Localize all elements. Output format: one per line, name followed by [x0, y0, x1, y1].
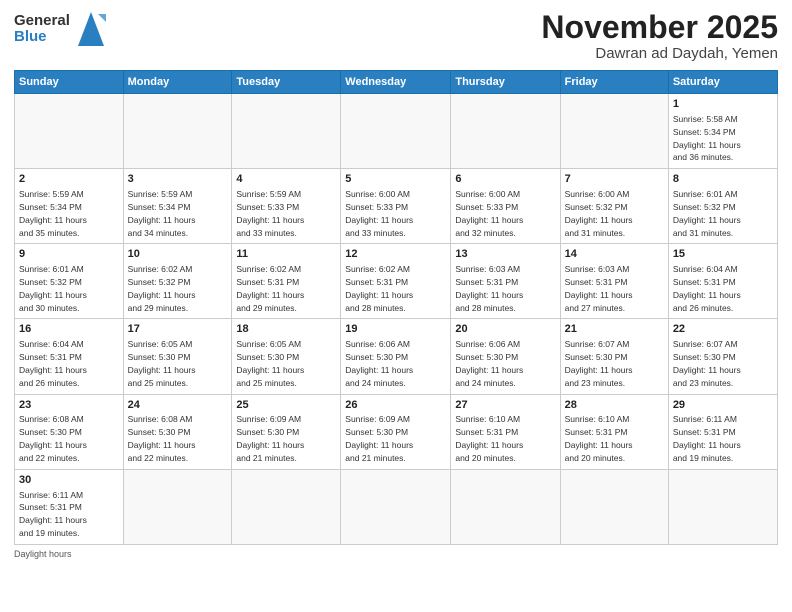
calendar-row-1: 1 Sunrise: 5:58 AM Sunset: 5:34 PM Dayli… — [15, 94, 778, 169]
footer: Daylight hours — [14, 549, 778, 559]
logo-icon — [76, 10, 106, 48]
empty-cell — [123, 469, 232, 544]
day-19: 19 Sunrise: 6:06 AM Sunset: 5:30 PM Dayl… — [341, 319, 451, 394]
header-friday: Friday — [560, 71, 668, 94]
day-12: 12 Sunrise: 6:02 AM Sunset: 5:31 PM Dayl… — [341, 244, 451, 319]
day-30: 30 Sunrise: 6:11 AM Sunset: 5:31 PM Dayl… — [15, 469, 124, 544]
calendar-row-6: 30 Sunrise: 6:11 AM Sunset: 5:31 PM Dayl… — [15, 469, 778, 544]
header-thursday: Thursday — [451, 71, 560, 94]
header-sunday: Sunday — [15, 71, 124, 94]
calendar-table: Sunday Monday Tuesday Wednesday Thursday… — [14, 70, 778, 545]
day-14: 14 Sunrise: 6:03 AM Sunset: 5:31 PM Dayl… — [560, 244, 668, 319]
day-5: 5 Sunrise: 6:00 AM Sunset: 5:33 PM Dayli… — [341, 169, 451, 244]
calendar-row-2: 2 Sunrise: 5:59 AM Sunset: 5:34 PM Dayli… — [15, 169, 778, 244]
day-11: 11 Sunrise: 6:02 AM Sunset: 5:31 PM Dayl… — [232, 244, 341, 319]
empty-cell — [560, 469, 668, 544]
empty-cell — [668, 469, 777, 544]
header-monday: Monday — [123, 71, 232, 94]
day-4: 4 Sunrise: 5:59 AM Sunset: 5:33 PM Dayli… — [232, 169, 341, 244]
day-9: 9 Sunrise: 6:01 AM Sunset: 5:32 PM Dayli… — [15, 244, 124, 319]
empty-cell — [123, 94, 232, 169]
header: General Blue November 2025 Dawran ad Day… — [14, 10, 778, 62]
daylight-hours-label: Daylight hours — [14, 549, 72, 559]
day-29: 29 Sunrise: 6:11 AM Sunset: 5:31 PM Dayl… — [668, 394, 777, 469]
day-7: 7 Sunrise: 6:00 AM Sunset: 5:32 PM Dayli… — [560, 169, 668, 244]
day-27: 27 Sunrise: 6:10 AM Sunset: 5:31 PM Dayl… — [451, 394, 560, 469]
location-title: Dawran ad Daydah, Yemen — [541, 45, 778, 62]
day-13: 13 Sunrise: 6:03 AM Sunset: 5:31 PM Dayl… — [451, 244, 560, 319]
day-16: 16 Sunrise: 6:04 AM Sunset: 5:31 PM Dayl… — [15, 319, 124, 394]
day-21: 21 Sunrise: 6:07 AM Sunset: 5:30 PM Dayl… — [560, 319, 668, 394]
title-block: November 2025 Dawran ad Daydah, Yemen — [541, 10, 778, 62]
header-tuesday: Tuesday — [232, 71, 341, 94]
calendar-row-4: 16 Sunrise: 6:04 AM Sunset: 5:31 PM Dayl… — [15, 319, 778, 394]
day-18: 18 Sunrise: 6:05 AM Sunset: 5:30 PM Dayl… — [232, 319, 341, 394]
day-3: 3 Sunrise: 5:59 AM Sunset: 5:34 PM Dayli… — [123, 169, 232, 244]
month-title: November 2025 — [541, 10, 778, 45]
day-28: 28 Sunrise: 6:10 AM Sunset: 5:31 PM Dayl… — [560, 394, 668, 469]
day-23: 23 Sunrise: 6:08 AM Sunset: 5:30 PM Dayl… — [15, 394, 124, 469]
day-15: 15 Sunrise: 6:04 AM Sunset: 5:31 PM Dayl… — [668, 244, 777, 319]
day-6: 6 Sunrise: 6:00 AM Sunset: 5:33 PM Dayli… — [451, 169, 560, 244]
day-20: 20 Sunrise: 6:06 AM Sunset: 5:30 PM Dayl… — [451, 319, 560, 394]
logo-blue: Blue — [14, 29, 70, 46]
day-1: 1 Sunrise: 5:58 AM Sunset: 5:34 PM Dayli… — [668, 94, 777, 169]
calendar-row-3: 9 Sunrise: 6:01 AM Sunset: 5:32 PM Dayli… — [15, 244, 778, 319]
empty-cell — [451, 94, 560, 169]
day-8: 8 Sunrise: 6:01 AM Sunset: 5:32 PM Dayli… — [668, 169, 777, 244]
day-26: 26 Sunrise: 6:09 AM Sunset: 5:30 PM Dayl… — [341, 394, 451, 469]
empty-cell — [451, 469, 560, 544]
header-wednesday: Wednesday — [341, 71, 451, 94]
logo-general: General — [14, 13, 70, 30]
empty-cell — [341, 94, 451, 169]
empty-cell — [560, 94, 668, 169]
empty-cell — [341, 469, 451, 544]
logo-text-block: General Blue — [14, 13, 70, 46]
empty-cell — [232, 94, 341, 169]
day-10: 10 Sunrise: 6:02 AM Sunset: 5:32 PM Dayl… — [123, 244, 232, 319]
day-24: 24 Sunrise: 6:08 AM Sunset: 5:30 PM Dayl… — [123, 394, 232, 469]
header-saturday: Saturday — [668, 71, 777, 94]
day-2: 2 Sunrise: 5:59 AM Sunset: 5:34 PM Dayli… — [15, 169, 124, 244]
day-22: 22 Sunrise: 6:07 AM Sunset: 5:30 PM Dayl… — [668, 319, 777, 394]
weekday-header-row: Sunday Monday Tuesday Wednesday Thursday… — [15, 71, 778, 94]
empty-cell — [15, 94, 124, 169]
day-17: 17 Sunrise: 6:05 AM Sunset: 5:30 PM Dayl… — [123, 319, 232, 394]
calendar-row-5: 23 Sunrise: 6:08 AM Sunset: 5:30 PM Dayl… — [15, 394, 778, 469]
empty-cell — [232, 469, 341, 544]
logo: General Blue — [14, 10, 106, 48]
day-25: 25 Sunrise: 6:09 AM Sunset: 5:30 PM Dayl… — [232, 394, 341, 469]
page: General Blue November 2025 Dawran ad Day… — [0, 0, 792, 612]
